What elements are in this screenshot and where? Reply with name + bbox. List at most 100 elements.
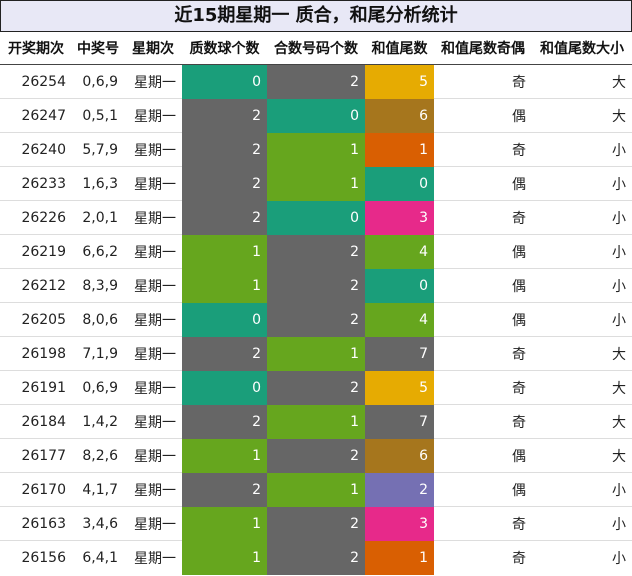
cell-composite-count: 1 xyxy=(267,472,365,507)
cell-issue: 26177 xyxy=(0,438,72,473)
cell-composite-count: 1 xyxy=(267,132,365,167)
cell-tail-parity: 奇 xyxy=(434,200,532,235)
table-row: 26170 4,1,7 星期一 2 1 2 偶小 xyxy=(0,472,632,507)
cell-prime-count: 2 xyxy=(182,166,267,201)
cell-tail-parity: 偶 xyxy=(434,438,532,473)
header-composite-count: 合数号码个数 xyxy=(267,32,365,65)
cell-issue: 26240 xyxy=(0,132,72,167)
cell-composite-count: 1 xyxy=(267,336,365,371)
cell-sum-tail: 6 xyxy=(365,438,434,473)
cell-prime-count: 0 xyxy=(182,302,267,337)
cell-sum-tail: 4 xyxy=(365,302,434,337)
cell-issue: 26205 xyxy=(0,302,72,337)
table-title: 近15期星期一 质合，和尾分析统计 xyxy=(0,0,632,32)
cell-composite-count: 2 xyxy=(267,506,365,541)
cell-sum-tail: 2 xyxy=(365,472,434,507)
header-sum-tail: 和值尾数 xyxy=(365,32,434,65)
cell-prime-count: 2 xyxy=(182,98,267,133)
cell-weekday: 星期一 xyxy=(124,98,182,133)
cell-weekday: 星期一 xyxy=(124,404,182,439)
cell-prime-count: 0 xyxy=(182,64,267,99)
cell-sum-tail: 1 xyxy=(365,540,434,575)
cell-sum-tail: 3 xyxy=(365,200,434,235)
cell-prime-count: 1 xyxy=(182,268,267,303)
cell-sum-tail: 5 xyxy=(365,370,434,405)
cell-sum-tail: 5 xyxy=(365,64,434,99)
cell-prime-count: 2 xyxy=(182,404,267,439)
cell-tail-size: 小 xyxy=(532,234,632,269)
cell-tail-size: 大 xyxy=(532,404,632,439)
cell-composite-count: 1 xyxy=(267,166,365,201)
table-row: 26198 7,1,9 星期一 2 1 7 奇大 xyxy=(0,336,632,371)
cell-winning-numbers: 0,6,9 xyxy=(72,64,124,99)
cell-weekday: 星期一 xyxy=(124,540,182,575)
cell-issue: 26219 xyxy=(0,234,72,269)
table-row: 26219 6,6,2 星期一 1 2 4 偶小 xyxy=(0,234,632,269)
table-row: 26156 6,4,1 星期一 1 2 1 奇小 xyxy=(0,540,632,575)
cell-winning-numbers: 6,6,2 xyxy=(72,234,124,269)
cell-sum-tail: 7 xyxy=(365,336,434,371)
cell-prime-count: 2 xyxy=(182,132,267,167)
cell-sum-tail: 3 xyxy=(365,506,434,541)
header-row: 开奖期次 中奖号 星期次 质数球个数 合数号码个数 和值尾数 和值尾数奇偶 和值… xyxy=(0,32,632,65)
cell-winning-numbers: 3,4,6 xyxy=(72,506,124,541)
cell-weekday: 星期一 xyxy=(124,336,182,371)
cell-prime-count: 2 xyxy=(182,336,267,371)
cell-issue: 26233 xyxy=(0,166,72,201)
cell-weekday: 星期一 xyxy=(124,472,182,507)
header-numbers: 中奖号 xyxy=(72,32,124,65)
table-row: 26226 2,0,1 星期一 2 0 3 奇小 xyxy=(0,200,632,235)
cell-weekday: 星期一 xyxy=(124,132,182,167)
cell-winning-numbers: 8,3,9 xyxy=(72,268,124,303)
header-tail-parity: 和值尾数奇偶 xyxy=(434,32,532,65)
cell-tail-size: 大 xyxy=(532,336,632,371)
cell-tail-size: 小 xyxy=(532,200,632,235)
cell-tail-size: 大 xyxy=(532,438,632,473)
cell-sum-tail: 1 xyxy=(365,132,434,167)
table-row: 26247 0,5,1 星期一 2 0 6 偶大 xyxy=(0,98,632,133)
cell-sum-tail: 7 xyxy=(365,404,434,439)
table-body: 26254 0,6,9 星期一 0 2 5 奇大 26247 0,5,1 星期一 2 0 6 偶大 2624… xyxy=(0,64,632,575)
cell-composite-count: 2 xyxy=(267,234,365,269)
cell-tail-parity: 奇 xyxy=(434,336,532,371)
cell-tail-size: 小 xyxy=(532,302,632,337)
cell-sum-tail: 6 xyxy=(365,98,434,133)
cell-winning-numbers: 4,1,7 xyxy=(72,472,124,507)
table-row: 26191 0,6,9 星期一 0 2 5 奇大 xyxy=(0,370,632,405)
cell-weekday: 星期一 xyxy=(124,438,182,473)
cell-issue: 26156 xyxy=(0,540,72,575)
cell-issue: 26226 xyxy=(0,200,72,235)
cell-winning-numbers: 0,6,9 xyxy=(72,370,124,405)
cell-weekday: 星期一 xyxy=(124,268,182,303)
cell-composite-count: 2 xyxy=(267,302,365,337)
cell-tail-size: 小 xyxy=(532,472,632,507)
stats-table: 开奖期次 中奖号 星期次 质数球个数 合数号码个数 和值尾数 和值尾数奇偶 和值… xyxy=(0,32,632,575)
cell-weekday: 星期一 xyxy=(124,64,182,99)
table-row: 26254 0,6,9 星期一 0 2 5 奇大 xyxy=(0,64,632,99)
cell-issue: 26198 xyxy=(0,336,72,371)
cell-tail-parity: 偶 xyxy=(434,268,532,303)
cell-winning-numbers: 8,2,6 xyxy=(72,438,124,473)
cell-tail-size: 大 xyxy=(532,98,632,133)
cell-weekday: 星期一 xyxy=(124,506,182,541)
cell-composite-count: 2 xyxy=(267,438,365,473)
cell-tail-parity: 奇 xyxy=(434,64,532,99)
cell-tail-parity: 奇 xyxy=(434,370,532,405)
cell-weekday: 星期一 xyxy=(124,234,182,269)
cell-winning-numbers: 5,7,9 xyxy=(72,132,124,167)
stats-panel: 近15期星期一 质合，和尾分析统计 开奖期次 中奖号 星期次 质数球个数 合数号… xyxy=(0,0,632,576)
cell-sum-tail: 0 xyxy=(365,166,434,201)
cell-tail-size: 小 xyxy=(532,132,632,167)
header-issue: 开奖期次 xyxy=(0,32,72,65)
cell-prime-count: 1 xyxy=(182,540,267,575)
cell-tail-size: 小 xyxy=(532,540,632,575)
table-row: 26184 1,4,2 星期一 2 1 7 奇大 xyxy=(0,404,632,439)
cell-prime-count: 1 xyxy=(182,234,267,269)
cell-composite-count: 0 xyxy=(267,98,365,133)
cell-issue: 26191 xyxy=(0,370,72,405)
cell-tail-parity: 偶 xyxy=(434,234,532,269)
cell-prime-count: 2 xyxy=(182,200,267,235)
cell-tail-parity: 奇 xyxy=(434,540,532,575)
cell-winning-numbers: 8,0,6 xyxy=(72,302,124,337)
cell-tail-parity: 偶 xyxy=(434,302,532,337)
